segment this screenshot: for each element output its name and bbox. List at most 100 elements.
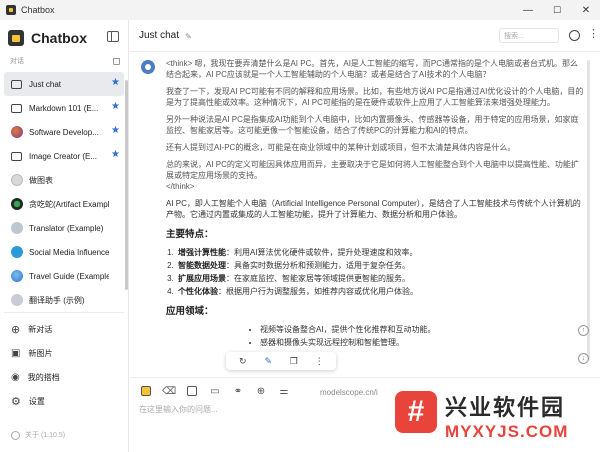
more-vertical-icon[interactable]: ⋮	[588, 29, 599, 40]
chat-item-make-chart[interactable]: 做图表	[4, 168, 124, 192]
site-logo-icon: #	[395, 391, 437, 433]
menu-label: 新对话	[28, 324, 53, 334]
more-options-icon[interactable]: ⋮	[313, 355, 325, 367]
avatar-icon	[10, 126, 23, 139]
minimize-button[interactable]: —	[514, 0, 542, 20]
chat-item-social-media[interactable]: Social Media Influence...	[4, 240, 124, 264]
think-paragraph: 我查了一下，发现AI PC可能有不同的解释和应用场景。比如，有些地方说AI PC…	[166, 87, 584, 107]
avatar-icon	[10, 198, 23, 211]
menu-new-image[interactable]: ▣ 新图片	[4, 341, 124, 365]
brand: Chatbox	[8, 28, 87, 48]
chat-item-label: Just chat	[29, 79, 62, 89]
version-label: 关于 (1.10.5)	[25, 432, 66, 439]
message-input[interactable]: 在这里输入你的问题...	[139, 404, 218, 415]
menu-label: 我的搭档	[27, 372, 60, 382]
chat-item-label: 做图表	[29, 175, 53, 185]
site-watermark: # 兴业软件园 MYXYJS.COM	[381, 383, 600, 452]
menu-label: 新图片	[28, 348, 53, 358]
sidebar-scrollbar[interactable]	[125, 80, 128, 290]
menu-label: 设置	[28, 396, 45, 406]
avatar-icon	[10, 270, 23, 283]
avatar-icon	[10, 246, 23, 259]
features-list: 增强计算性能：利用AI算法优化硬件或软件，提升处理速度和效率。 智能数据处理：具…	[176, 247, 586, 297]
attach-image-icon[interactable]	[185, 384, 199, 398]
attach-folder-icon[interactable]: ▭	[208, 384, 222, 398]
model-selector-icon[interactable]	[139, 384, 153, 398]
scroll-up-icon[interactable]: ↑	[578, 325, 589, 336]
window-titlebar: Chatbox — ☐ ✕	[0, 0, 600, 20]
regenerate-icon[interactable]: ↻	[237, 355, 249, 367]
eraser-icon[interactable]: ⌫	[162, 384, 176, 398]
chat-item-translator[interactable]: Translator (Example)	[4, 216, 124, 240]
sidebar-menu: ⊕ 新对话 ▣ 新图片 ◉ 我的搭档 ⚙ 设置	[4, 312, 124, 413]
edit-title-icon[interactable]: ✎	[185, 32, 192, 41]
plus-circle-icon: ⊕	[11, 323, 21, 336]
menu-new-chat[interactable]: ⊕ 新对话	[4, 317, 124, 341]
chat-title: Just chat	[139, 30, 180, 41]
window-title: Chatbox	[21, 5, 55, 15]
site-name-en: MYXYJS.COM	[445, 422, 569, 441]
star-icon[interactable]: ★	[111, 150, 120, 160]
chatbox-logo-icon	[8, 30, 24, 46]
edit-message-icon[interactable]: ✎	[262, 355, 274, 367]
section-label: 对话	[10, 58, 24, 65]
chat-item-label: 贪吃蛇(Artifact Example)	[29, 199, 109, 209]
avatar-icon	[10, 222, 23, 235]
chat-item-markdown[interactable]: Markdown 101 (E... ★	[4, 96, 124, 120]
chats-section-header: 对话	[10, 56, 120, 66]
chat-bubble-icon	[10, 150, 23, 163]
chat-bubble-icon	[10, 102, 23, 115]
star-icon[interactable]: ★	[111, 126, 120, 136]
assistant-avatar	[141, 60, 155, 74]
search-input[interactable]: 搜索...	[499, 28, 559, 43]
think-paragraph: 总的来说，AI PC的定义可能因具体应用而异，主要取决于它是如何将人工智能整合到…	[166, 160, 579, 180]
chat-item-translation-assistant[interactable]: 翻译助手 (示例)	[4, 288, 124, 312]
attach-link-icon[interactable]: ⚭	[231, 384, 245, 398]
assistant-message: <think> 嗯，我现在要弄清楚什么是AI PC。首先，AI是人工智能的缩写，…	[166, 58, 586, 350]
chat-item-label: Social Media Influence...	[29, 247, 109, 257]
watermark-text: modelscope.cn/i	[320, 388, 378, 397]
about-version[interactable]: 关于 (1.10.5)	[11, 430, 65, 440]
chat-item-label: Travel Guide (Example)	[29, 271, 109, 281]
menu-my-partners[interactable]: ◉ 我的搭档	[4, 365, 124, 389]
app-icon	[6, 5, 16, 15]
content-scrollbar[interactable]	[587, 60, 590, 360]
chat-item-label: Software Develop...	[29, 127, 99, 137]
maximize-button[interactable]: ☐	[543, 0, 571, 20]
web-search-icon[interactable]: ⊕	[254, 384, 268, 398]
chat-item-software-dev[interactable]: Software Develop... ★	[4, 120, 124, 144]
applications-list: 视频等设备整合AI，提供个性化推荐和互动功能。 感器和摄像头实现远程控制和智能管…	[176, 324, 586, 348]
chat-item-label: Image Creator (E...	[29, 151, 98, 161]
menu-settings[interactable]: ⚙ 设置	[4, 389, 124, 413]
history-icon[interactable]	[569, 30, 580, 41]
star-icon[interactable]: ★	[111, 78, 120, 88]
list-item: 增强计算性能：利用AI算法优化硬件或软件，提升处理速度和效率。	[176, 247, 586, 258]
star-icon[interactable]: ★	[111, 102, 120, 112]
chat-item-snake[interactable]: 贪吃蛇(Artifact Example)	[4, 192, 124, 216]
settings-sliders-icon[interactable]: ⚌	[277, 384, 291, 398]
list-item: 扩展应用场景：在家庭监控、智能家居等领域提供更智能的服务。	[176, 273, 586, 284]
chat-item-just-chat[interactable]: Just chat ★	[4, 72, 124, 96]
features-heading: 主要特点：	[166, 229, 214, 240]
composer-toolbar: ⌫ ▭ ⚭ ⊕ ⚌	[139, 384, 300, 398]
image-icon: ▣	[11, 347, 21, 359]
avatar-icon	[10, 294, 23, 307]
trash-icon[interactable]	[113, 57, 120, 65]
message-area: <think> 嗯，我现在要弄清楚什么是AI PC。首先，AI是人工智能的缩写，…	[141, 58, 586, 376]
chat-item-travel-guide[interactable]: Travel Guide (Example)	[4, 264, 124, 288]
chat-item-label: 翻译助手 (示例)	[29, 295, 85, 305]
message-toolbar: ↻ ✎ ❐ ⋮	[226, 352, 336, 370]
sidebar: Chatbox 对话 Just chat ★ Markdown 101 (E..…	[0, 20, 129, 452]
sidebar-collapse-icon[interactable]	[107, 31, 119, 42]
brand-name: Chatbox	[31, 30, 87, 46]
think-paragraph: 还有人提到过AI-PC的概念，可能是在商业领域中的某种计划或项目，但不太清楚具体…	[166, 143, 516, 152]
list-item: 视频等设备整合AI，提供个性化推荐和互动功能。	[260, 324, 586, 335]
chat-item-image-creator[interactable]: Image Creator (E... ★	[4, 144, 124, 168]
think-close-tag: </think>	[166, 182, 195, 191]
close-button[interactable]: ✕	[572, 0, 600, 20]
think-paragraph: <think> 嗯，我现在要弄清楚什么是AI PC。首先，AI是人工智能的缩写，…	[166, 59, 579, 79]
site-name-cn: 兴业软件园	[445, 395, 566, 420]
avatar-icon	[10, 174, 23, 187]
scroll-down-icon[interactable]: ↓	[578, 353, 589, 364]
copy-icon[interactable]: ❐	[288, 355, 300, 367]
